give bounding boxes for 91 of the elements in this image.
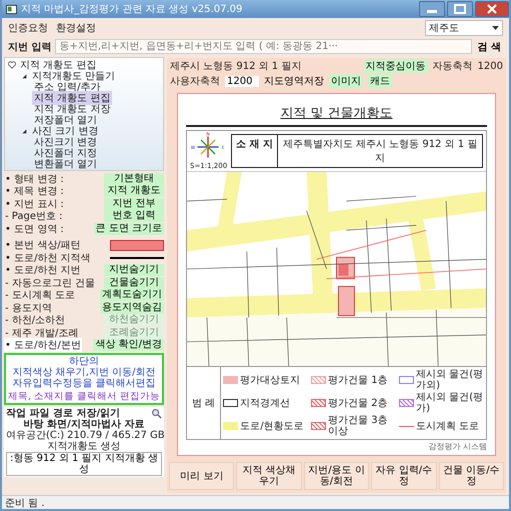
maximize-icon[interactable]: [447, 1, 473, 17]
tree-item[interactable]: 변환폴더 열기: [32, 156, 100, 170]
legend-text: 평가건물 3층이상: [328, 415, 389, 437]
legend-text: 평가건물 1층: [328, 374, 388, 386]
search-button[interactable]: 검 색: [476, 40, 503, 54]
setting-label: - 도시계획 도로: [4, 289, 76, 302]
info-text: 지적색상 채우기,지번 이동/회전: [12, 367, 156, 378]
tool-button[interactable]: 건물 이동/수정: [438, 462, 504, 490]
search-icon[interactable]: [151, 408, 162, 419]
setting-button[interactable]: 지적 개황도: [104, 185, 164, 198]
setting-label: - 제주 개발/조례: [4, 326, 80, 340]
info-note: 제목, 소재지를 클릭해서 편집가능: [8, 391, 160, 402]
setting-button[interactable]: 큰 도면 크기로: [94, 222, 164, 235]
legend-text: 제시외 물건(평가외): [416, 369, 484, 391]
legend-text: 제시외 물건(평가): [416, 392, 484, 414]
toggle-button[interactable]: 건물숨기기: [104, 276, 164, 289]
generate-button[interactable]: :형동 912 외 1 필지 지적개황 생성: [6, 452, 162, 476]
caret-icon: [492, 26, 499, 30]
expand-icon[interactable]: [20, 126, 28, 134]
toggle-button[interactable]: 색상 확인/변경: [93, 339, 164, 352]
scale-field[interactable]: 1200: [225, 76, 259, 86]
tree-item[interactable]: 사진크기 변경: [32, 134, 100, 148]
tool-button[interactable]: 자유 입력/수정: [371, 462, 437, 490]
close-icon[interactable]: [475, 1, 509, 17]
export-button[interactable]: 캐드: [368, 74, 392, 88]
setting-label: • 제목 변경 :: [4, 185, 65, 198]
tree-item[interactable]: 지적 개황도 편집: [32, 90, 112, 104]
save-area-button[interactable]: 지도영역저장: [264, 74, 324, 88]
tree-item[interactable]: 지적 개황도 편집: [18, 58, 98, 72]
field-label: 지번 입력: [8, 40, 52, 54]
setting-label: • 도로/하천 지적색: [4, 252, 92, 265]
toggle-button[interactable]: 용도지역숨김: [100, 302, 164, 314]
legend-text: 도로/현황도로: [240, 420, 304, 432]
tree-item[interactable]: 사진폴더 지정: [32, 146, 100, 160]
setting-label: • 도면 영역 :: [4, 222, 65, 236]
location-text[interactable]: 제주특별자치도 제주시 노형동 912 외 1 필지: [278, 135, 482, 167]
export-button[interactable]: 이미지: [329, 74, 363, 88]
setting-label: - Page번호 :: [4, 210, 64, 224]
setting-button[interactable]: 지번 전부: [104, 198, 164, 210]
info-text: 자유입력수정등을 클릭해서편집: [12, 378, 156, 389]
tree-item[interactable]: 사진 크기 변경: [30, 124, 100, 138]
path-label: 작업 파일 경로 저장/읽기: [6, 408, 120, 419]
tool-button[interactable]: 지적 색상채우기: [236, 462, 302, 490]
region-dropdown[interactable]: 제주도: [425, 20, 503, 36]
tool-button[interactable]: 지번/용도 이동/회전: [304, 462, 370, 490]
scale-label: 자동축척: [432, 60, 473, 73]
disk-label: 여유공간(C:): [6, 430, 64, 441]
setting-button[interactable]: 기본형태: [104, 172, 164, 185]
toggle-button[interactable]: 계획도숨기기: [100, 289, 164, 302]
setting-button[interactable]: 번호 입력: [104, 210, 164, 222]
menu-item[interactable]: 인증요청: [8, 21, 48, 35]
tree-item[interactable]: 저장폴더 열기: [32, 112, 100, 126]
table-header: 소 재 지: [232, 135, 278, 167]
legend-text: 평가대상토지: [240, 374, 300, 386]
center-move-button[interactable]: 지적중심이동: [364, 59, 428, 73]
setting-label: • 도로/하천 지번: [4, 264, 82, 278]
expand-icon[interactable]: [20, 72, 28, 80]
path-text: 바탕 화면/지적마법사 자료: [22, 419, 146, 430]
window-title: 지적 마법사_감정평가 관련 자료 생성 v25.07.09: [21, 3, 242, 16]
legend-text: 도시계획 도로: [416, 420, 480, 432]
tree-item[interactable]: 지적개황도 만들기: [30, 68, 118, 82]
setting-label: • 본번 색상/패턴: [4, 239, 82, 252]
legend-title: 범 례: [187, 367, 222, 439]
setting-label: • 지번 표시 :: [4, 198, 65, 211]
scale-label: 사용자축척: [170, 75, 220, 88]
disk-space: 210.79 / 465.27 GB: [67, 430, 165, 441]
setting-label: - 자동으로그린 건물: [4, 276, 96, 290]
tool-button[interactable]: 미리 보기: [169, 462, 234, 490]
line-swatch[interactable]: [110, 256, 164, 259]
footer-text: 감정평가 시스템: [428, 441, 487, 452]
status-text: 준비 됨 .: [5, 496, 45, 509]
setting-label: - 하천/소하천: [4, 314, 66, 328]
setting-label: • 도로/하천/본번: [4, 338, 82, 352]
legend-text: 지적경계선: [240, 398, 290, 408]
toggle-button[interactable]: 지번숨기기: [104, 264, 164, 276]
tree-item[interactable]: 주소 입력/추가: [32, 80, 103, 94]
minimize-icon[interactable]: [419, 1, 445, 17]
address-text: 제주시 노형동 912 외 1 필지: [170, 60, 302, 73]
legend-text: 평가건물 2층: [328, 398, 388, 408]
menu-item[interactable]: 환경설정: [56, 21, 96, 35]
scale-value: 1200: [478, 60, 503, 72]
document-title[interactable]: 지적 및 건물개황도: [280, 104, 393, 122]
setting-label: - 용도지역: [4, 302, 53, 315]
lot-search-field[interactable]: 동+지번,리+지번, 읍면동+리+번지도 입력 ( 예: 동광동 21···: [55, 39, 472, 54]
setting-label: • 형태 변경 :: [4, 172, 65, 186]
color-swatch[interactable]: [110, 240, 164, 251]
generate-label: 지적개황도 생성: [46, 441, 122, 452]
app-icon: [6, 4, 17, 14]
tree-item[interactable]: 지적 개황도 저장: [32, 102, 112, 116]
compass-icon: [197, 136, 219, 158]
info-text: 하단의: [69, 356, 99, 367]
